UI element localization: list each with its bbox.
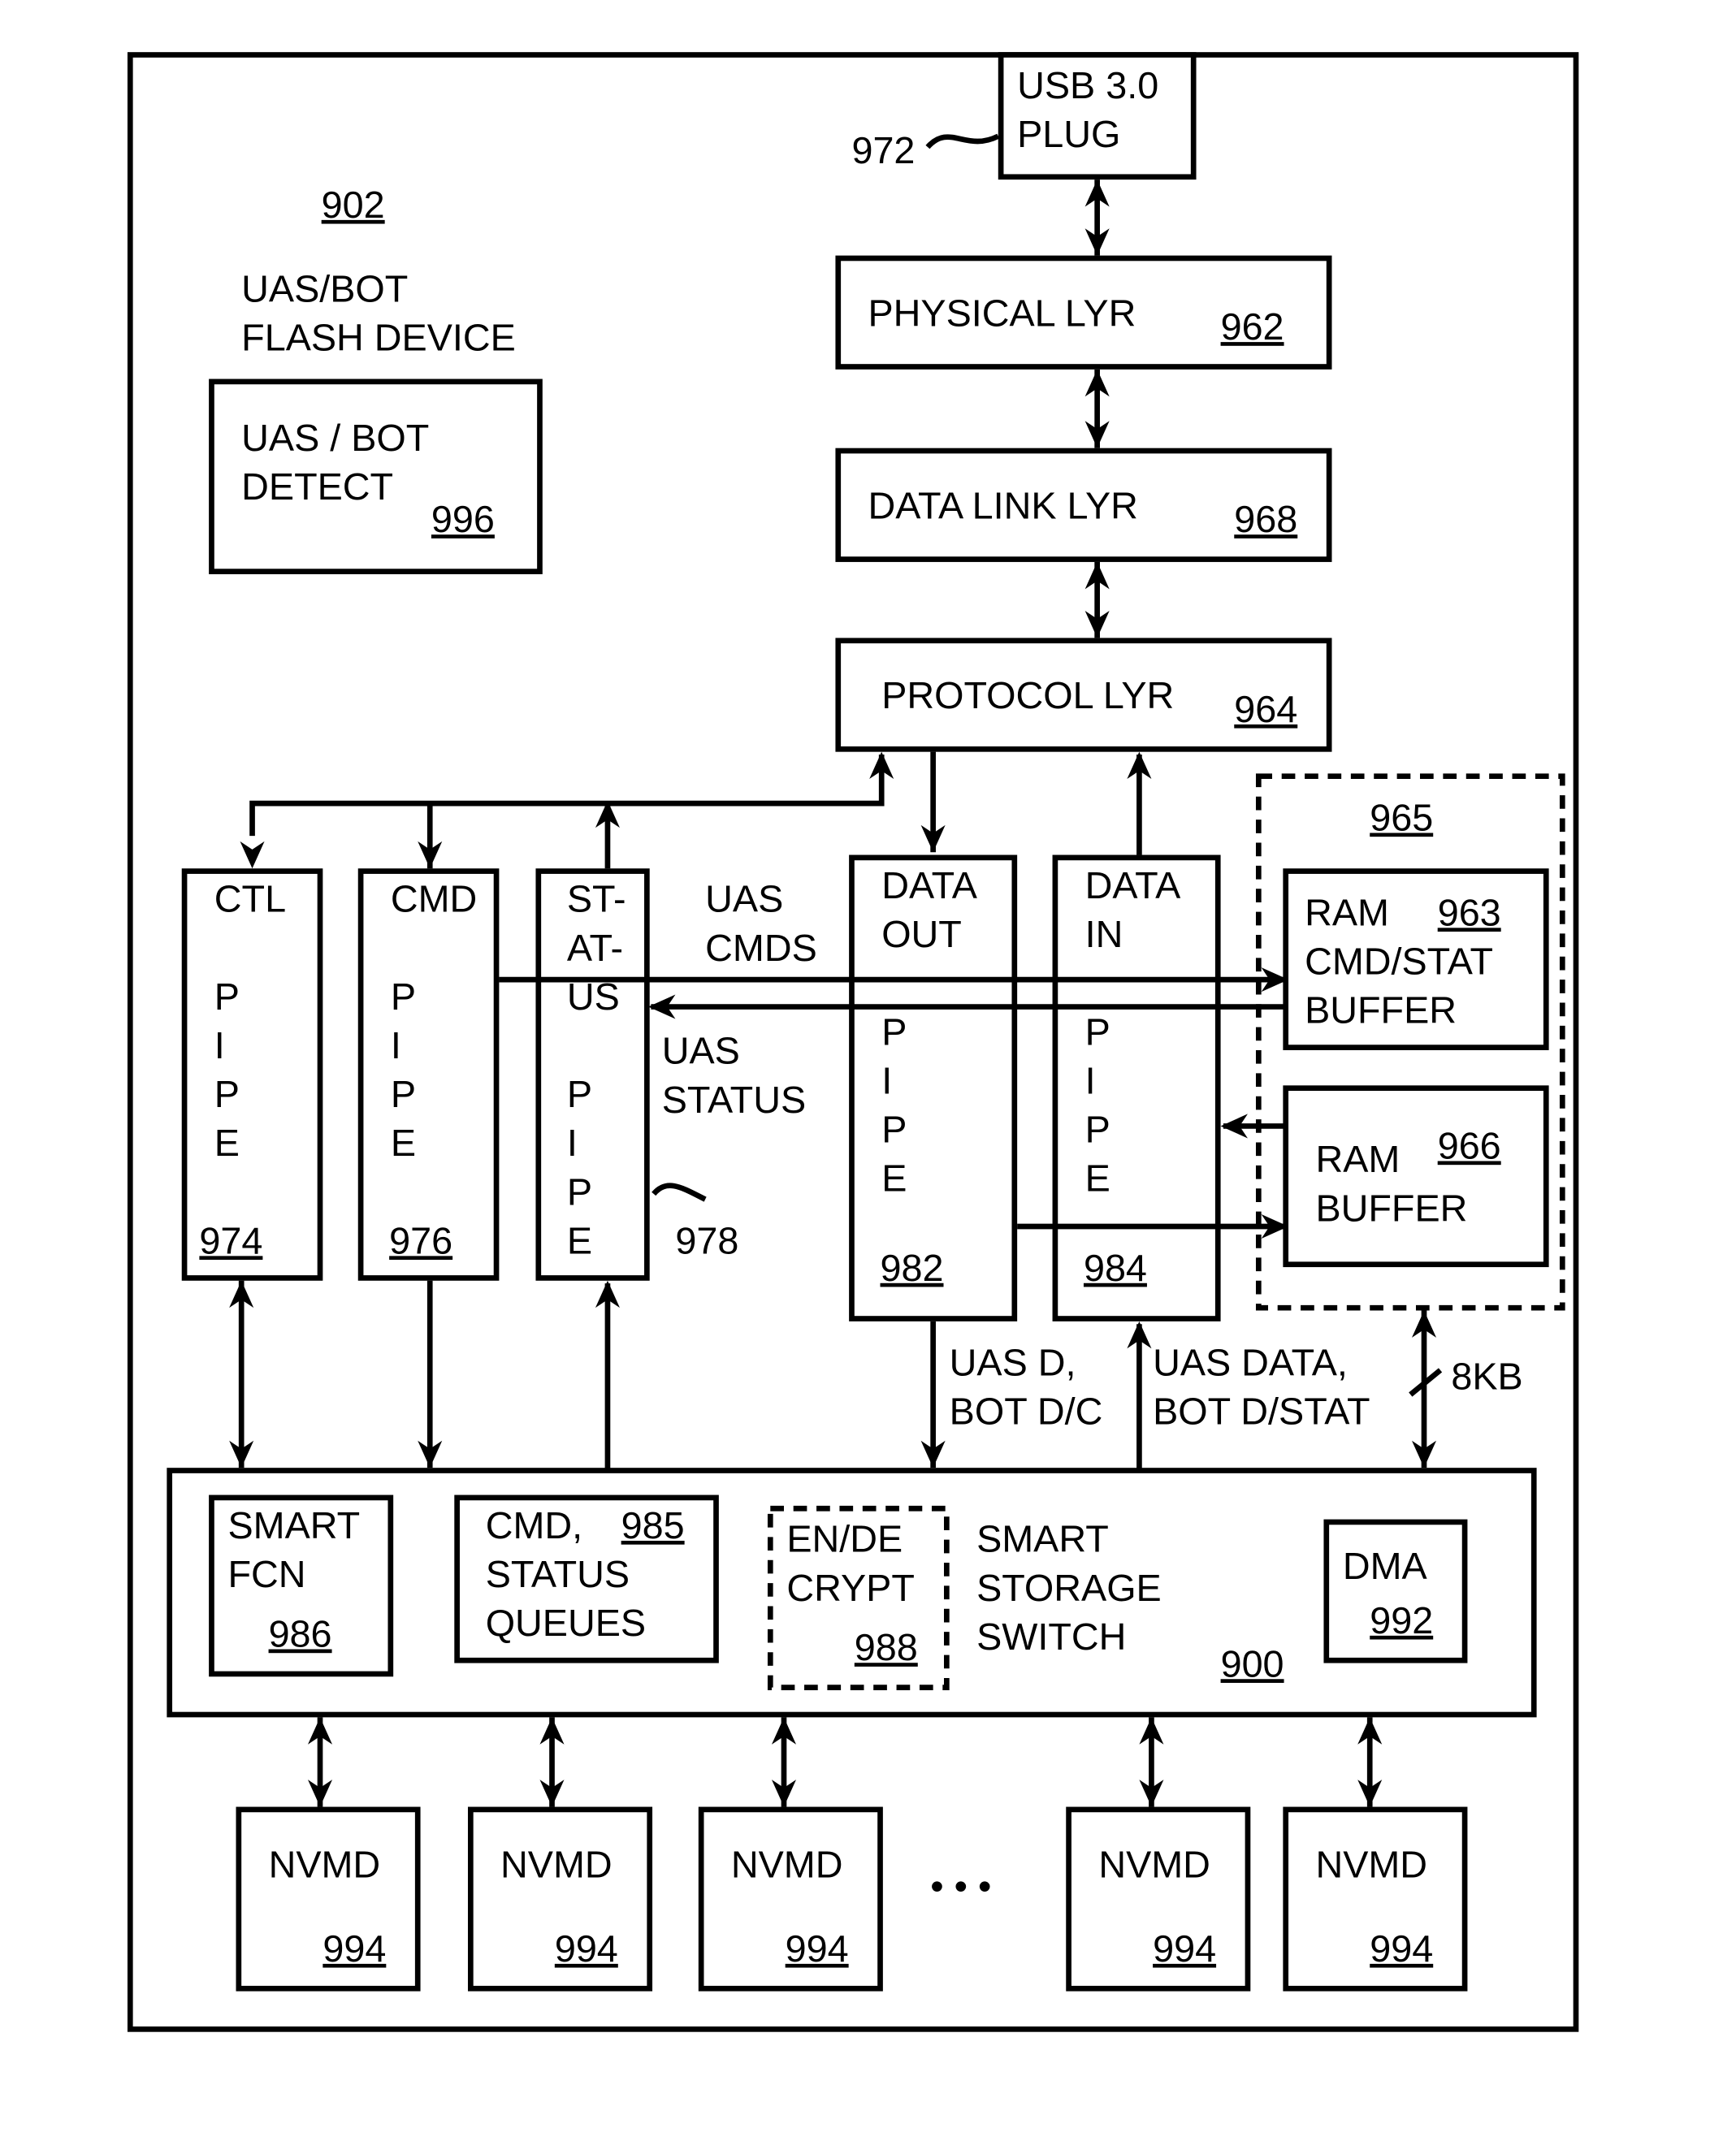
din-pipe-label-line: E: [1085, 1157, 1110, 1200]
nvmd-label: NVMD: [500, 1843, 613, 1885]
crypt-ref: 988: [855, 1626, 918, 1668]
ram-cmd-ref: 963: [1438, 891, 1501, 933]
smart-fcn-ref: 986: [269, 1613, 332, 1655]
data-link-layer-ref: 968: [1234, 498, 1297, 540]
queues-label-line: QUEUES: [486, 1602, 646, 1644]
detect-ref: 996: [431, 498, 495, 540]
uas-status-label-line: STATUS: [662, 1079, 806, 1121]
status-pipe-label-line: ST-: [567, 878, 626, 920]
usb-plug-label-line: USB 3.0: [1017, 64, 1158, 106]
cmd-pipe-label-line: I: [391, 1024, 401, 1066]
queues-ref: 985: [621, 1504, 685, 1546]
usb-plug-label-line: PLUG: [1017, 113, 1120, 155]
nvmd-ellipsis: • • •: [930, 1865, 991, 1907]
nvmd-ref: 994: [786, 1927, 849, 1970]
nvmd-ref: 994: [323, 1927, 386, 1970]
uas-cmds-label-line: CMDS: [705, 927, 817, 969]
cmd-pipe-label-line: P: [391, 1073, 416, 1115]
nvmd-label: NVMD: [269, 1843, 381, 1885]
smart-fcn-label-line: FCN: [227, 1553, 305, 1595]
uas-d-label-line: BOT D/C: [950, 1391, 1103, 1433]
ctl-pipe-label-line: I: [214, 1024, 225, 1066]
crypt-label-line: CRYPT: [786, 1567, 915, 1609]
crypt-label-line: EN/DE: [786, 1518, 903, 1560]
switch-label-line: STORAGE: [976, 1567, 1162, 1609]
nvmd-label: NVMD: [1098, 1843, 1210, 1885]
status-pipe-label-line: E: [567, 1219, 592, 1261]
switch-ref: 900: [1221, 1642, 1284, 1685]
ram-cmd-label-line: RAM: [1305, 891, 1389, 933]
ram-buffer-label-line: RAM: [1315, 1138, 1400, 1180]
nvmd-ref: 994: [1153, 1927, 1216, 1970]
ram-cmd-label-line: CMD/STAT: [1305, 940, 1493, 982]
cmd-pipe-label-line: E: [391, 1122, 416, 1164]
dout-pipe-label-line: DATA: [881, 864, 978, 906]
dout-pipe-label-line: P: [881, 1010, 907, 1053]
nvmd-ref: 994: [1370, 1927, 1433, 1970]
uas-data-label-line: UAS DATA,: [1153, 1342, 1348, 1384]
din-ref: 984: [1084, 1247, 1147, 1289]
ctl-pipe-label-line: E: [214, 1122, 240, 1164]
detect-label-line: DETECT: [241, 465, 393, 508]
uas-status-label-line: UAS: [662, 1030, 740, 1072]
dout-pipe-label-line: P: [881, 1108, 907, 1150]
dout-ref: 982: [881, 1247, 944, 1289]
ctl-pipe-label-line: P: [214, 1073, 240, 1115]
din-pipe-label-line: DATA: [1085, 864, 1182, 906]
usb-ref: 972: [851, 129, 915, 171]
queues-label-line: STATUS: [486, 1553, 630, 1595]
nvmd-label: NVMD: [731, 1843, 843, 1885]
cmd-pipe-label-line: CMD: [391, 878, 477, 920]
din-pipe-label-line: P: [1085, 1010, 1110, 1053]
physical-layer-label: PHYSICAL LYR: [868, 292, 1136, 334]
ram-buffer-label-line: BUFFER: [1315, 1187, 1467, 1229]
cmd-ref: 976: [389, 1219, 452, 1261]
din-pipe-label-line: I: [1085, 1059, 1096, 1101]
ctl-pipe-block: [181, 868, 323, 1281]
uas-bot-flash-device-diagram: 902 UAS/BOT FLASH DEVICE USB 3.0 PLUG 972 PHYS…: [127, 52, 1579, 2032]
uas-d-label-line: UAS D,: [950, 1342, 1076, 1384]
bus-width-label: 8KB: [1451, 1355, 1522, 1397]
cmd-pipe-block: [357, 868, 500, 1281]
queues-label-line: CMD,: [486, 1504, 582, 1546]
nvmd-label: NVMD: [1315, 1843, 1427, 1885]
device-title-line: FLASH DEVICE: [241, 316, 516, 358]
dma-ref: 992: [1370, 1599, 1433, 1641]
dout-pipe-label-line: OUT: [881, 913, 962, 955]
dout-pipe-label-line: I: [881, 1059, 892, 1101]
status-pipe-label-line: I: [567, 1122, 578, 1164]
ctl-pipe-label-line: P: [214, 975, 240, 1018]
uas-cmds-label-line: UAS: [705, 878, 783, 920]
dout-pipe-label-line: E: [881, 1157, 907, 1200]
protocol-layer-ref: 964: [1234, 688, 1297, 730]
data-link-layer-label: DATA LINK LYR: [868, 485, 1138, 527]
uas-data-label-line: BOT D/STAT: [1153, 1391, 1370, 1433]
detect-label-line: UAS / BOT: [241, 417, 429, 459]
device-title-line: UAS/BOT: [241, 267, 408, 309]
switch-label-line: SMART: [976, 1518, 1109, 1560]
status-pipe-label-line: P: [567, 1170, 592, 1213]
protocol-layer-label: PROTOCOL LYR: [881, 674, 1174, 716]
din-pipe-label-line: P: [1085, 1108, 1110, 1150]
status-pipe-label-line: AT-: [567, 927, 623, 969]
smart-fcn-label-line: SMART: [227, 1504, 360, 1546]
dma-label: DMA: [1343, 1545, 1428, 1587]
nvmd-ref: 994: [555, 1927, 618, 1970]
physical-layer-ref: 962: [1221, 305, 1284, 348]
switch-label-line: SWITCH: [976, 1615, 1126, 1658]
cmd-pipe-label-line: P: [391, 975, 416, 1018]
din-pipe-label-line: IN: [1085, 913, 1123, 955]
ram-group-ref: 965: [1370, 796, 1433, 838]
ctl-pipe-label-line: CTL: [214, 878, 286, 920]
device-ref: 902: [322, 184, 385, 226]
status-pipe-label-line: P: [567, 1073, 592, 1115]
status-ref: 978: [675, 1219, 738, 1261]
ctl-ref: 974: [199, 1219, 262, 1261]
ram-buffer-ref: 966: [1438, 1125, 1501, 1167]
ram-cmd-label-line: BUFFER: [1305, 989, 1457, 1032]
